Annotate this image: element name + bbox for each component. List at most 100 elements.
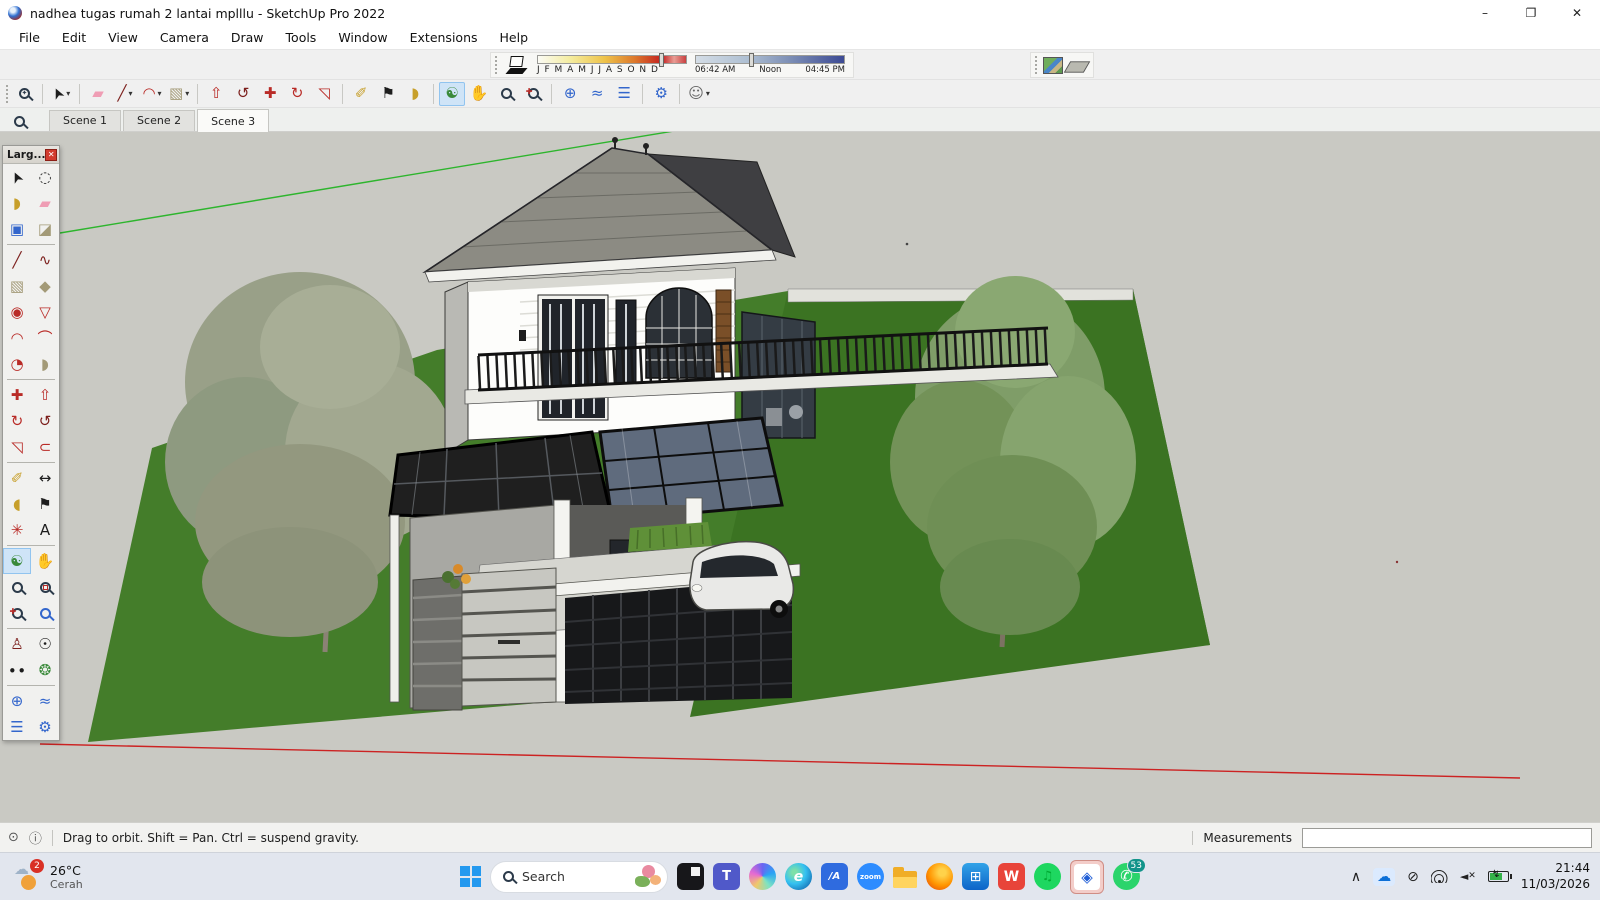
menu-camera[interactable]: Camera <box>149 27 220 48</box>
microsoft-store-icon[interactable]: ⊞ <box>962 863 989 890</box>
tray-chevron-icon[interactable]: ∧ <box>1351 869 1361 885</box>
move-tool[interactable]: ✚ <box>257 82 283 106</box>
tool-move[interactable]: ✚ <box>3 382 31 408</box>
scene-search-icon[interactable] <box>14 116 25 127</box>
toolbar-drag-handle[interactable] <box>495 56 499 74</box>
tool-pie[interactable]: ◔ <box>3 351 31 377</box>
tool-section-plane[interactable]: ❂ <box>31 657 59 683</box>
wifi-icon[interactable] <box>1431 870 1448 883</box>
search-tool[interactable] <box>11 82 37 106</box>
date-slider-thumb[interactable] <box>659 53 664 67</box>
tool-3d-text[interactable]: A <box>31 517 59 543</box>
tool-scale[interactable]: ◹ <box>3 434 31 460</box>
model-canvas[interactable] <box>0 132 1600 822</box>
menu-extensions[interactable]: Extensions <box>399 27 489 48</box>
geolocation-icon[interactable]: ⊙ <box>8 830 19 845</box>
tool-axes[interactable]: ✳ <box>3 517 31 543</box>
account-button[interactable]: ☺▾ <box>685 82 713 106</box>
menu-edit[interactable]: Edit <box>51 27 97 48</box>
tool-arc[interactable]: ◠ <box>3 325 31 351</box>
menu-view[interactable]: View <box>97 27 149 48</box>
info-icon[interactable]: ⓘ <box>29 828 42 847</box>
zoom-app-icon[interactable]: zoom <box>857 863 884 890</box>
start-button[interactable] <box>460 866 481 887</box>
tool-share-component[interactable]: ☰ <box>3 714 31 740</box>
tool-rotated-rectangle[interactable]: ◆ <box>31 273 59 299</box>
tool-walk[interactable]: ∙∙ <box>3 657 31 683</box>
shadow-toggle-icon[interactable] <box>507 56 529 74</box>
palette-title-bar[interactable]: Larg... ✕ <box>3 146 59 164</box>
select-tool[interactable]: ➤▾ <box>48 82 74 106</box>
whatsapp-icon[interactable]: ✆53 <box>1113 863 1140 890</box>
tool-orbit[interactable]: ☯ <box>3 548 31 574</box>
tool-extension-warehouse[interactable]: ⚙ <box>31 714 59 740</box>
hidden-eye-icon[interactable]: ⊘ <box>1407 869 1419 885</box>
menu-tools[interactable]: Tools <box>275 27 328 48</box>
clock[interactable]: 21:44 11/03/2026 <box>1521 861 1590 892</box>
tool-tape-measure[interactable]: ✐ <box>3 465 31 491</box>
tool-paint-bucket[interactable]: ◗ <box>3 190 31 216</box>
tool-protractor[interactable]: ◖ <box>3 491 31 517</box>
tool-previous[interactable] <box>31 600 59 626</box>
menu-file[interactable]: File <box>8 27 51 48</box>
tool-circle[interactable]: ◉ <box>3 299 31 325</box>
extension-warehouse-button[interactable]: ⚙ <box>648 82 674 106</box>
tool-rectangle[interactable]: ▧ <box>3 273 31 299</box>
tab-scene-1[interactable]: Scene 1 <box>49 110 121 131</box>
tool-text[interactable]: ⚑ <box>31 491 59 517</box>
ia-app-icon[interactable]: /A <box>821 863 848 890</box>
palette-close-button[interactable]: ✕ <box>45 149 57 161</box>
menu-window[interactable]: Window <box>327 27 398 48</box>
tool-pan[interactable]: ✋ <box>31 548 59 574</box>
tab-scene-2[interactable]: Scene 2 <box>123 110 195 131</box>
menu-help[interactable]: Help <box>489 27 540 48</box>
car[interactable] <box>690 542 793 618</box>
battery-charging-icon[interactable]: ↯ <box>1488 871 1509 882</box>
tool-zoom-window[interactable] <box>31 574 59 600</box>
tool-three-point-arc[interactable]: ◗ <box>31 351 59 377</box>
orbit-tool[interactable]: ☯ <box>439 82 465 106</box>
tab-scene-3[interactable]: Scene 3 <box>197 109 269 132</box>
scale-tool[interactable]: ◹ <box>311 82 337 106</box>
toggle-terrain-icon[interactable] <box>1064 61 1090 72</box>
measurements-input[interactable] <box>1302 828 1592 848</box>
notebook-app-icon[interactable] <box>677 863 704 890</box>
toolbar-drag-handle[interactable] <box>6 85 10 103</box>
shadow-date-slider[interactable]: J F M A M J J A S O N D <box>537 55 687 75</box>
share-model-button[interactable]: ≈ <box>584 82 610 106</box>
add-location-icon[interactable] <box>1043 57 1063 74</box>
tool-rotate[interactable]: ↻ <box>3 408 31 434</box>
text-tool[interactable]: ⚑ <box>375 82 401 106</box>
tool-freehand[interactable]: ∿ <box>31 247 59 273</box>
follow-me-tool[interactable]: ↺ <box>230 82 256 106</box>
taskbar-search[interactable]: Search <box>490 861 668 893</box>
sketchup-taskbar-active[interactable]: ◈ <box>1070 860 1104 894</box>
firefox-icon[interactable] <box>926 863 953 890</box>
title-bar[interactable]: nadhea tugas rumah 2 lantai mplllu - Ske… <box>0 0 1600 26</box>
edge-icon[interactable]: e <box>785 863 812 890</box>
tool-3d-warehouse[interactable]: ⊕ <box>3 688 31 714</box>
onedrive-icon[interactable]: ☁ <box>1373 868 1395 886</box>
line-tool[interactable]: ╱▾ <box>112 82 138 106</box>
tool-eraser[interactable]: ▰ <box>31 190 59 216</box>
3d-warehouse-button[interactable]: ⊕ <box>557 82 583 106</box>
copilot-icon[interactable] <box>749 863 776 890</box>
tool-follow-me[interactable]: ↺ <box>31 408 59 434</box>
minimize-button[interactable]: – <box>1462 0 1508 26</box>
rotate-tool[interactable]: ↻ <box>284 82 310 106</box>
menu-draw[interactable]: Draw <box>220 27 275 48</box>
eraser-tool[interactable]: ▰ <box>85 82 111 106</box>
tool-zoom-extents[interactable] <box>3 600 31 626</box>
restore-button[interactable]: ❐ <box>1508 0 1554 26</box>
tool-share-model[interactable]: ≈ <box>31 688 59 714</box>
tool-look-around[interactable]: ☉ <box>31 631 59 657</box>
pan-tool[interactable]: ✋ <box>466 82 492 106</box>
arc-tool[interactable]: ◠▾ <box>139 82 165 106</box>
tool-push-pull[interactable]: ⇧ <box>31 382 59 408</box>
spotify-icon[interactable]: ♫ <box>1034 863 1061 890</box>
tool-material[interactable]: ◪ <box>31 216 59 242</box>
tape-measure-tool[interactable]: ✐ <box>348 82 374 106</box>
tool-zoom[interactable] <box>3 574 31 600</box>
time-slider-thumb[interactable] <box>749 53 754 67</box>
tool-dimension[interactable]: ↔ <box>31 465 59 491</box>
